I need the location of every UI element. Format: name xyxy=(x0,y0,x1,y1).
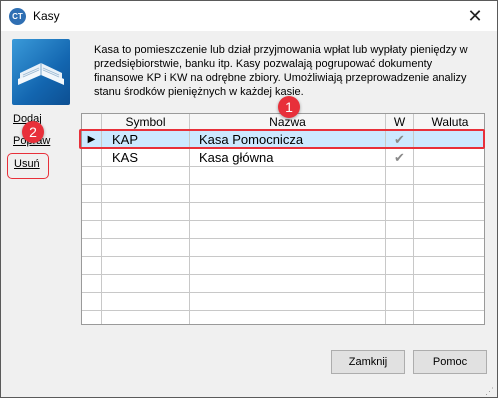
help-button[interactable]: Pomoc xyxy=(413,350,487,374)
empty-table-row xyxy=(82,203,484,221)
empty-cell xyxy=(414,257,484,274)
empty-cell xyxy=(82,203,102,220)
empty-cell xyxy=(82,185,102,202)
empty-cell xyxy=(190,257,386,274)
empty-cell xyxy=(82,257,102,274)
close-button[interactable]: Zamknij xyxy=(331,350,405,374)
resize-grip-icon[interactable]: ⋰ xyxy=(485,385,497,397)
empty-cell xyxy=(102,239,190,256)
empty-cell xyxy=(102,257,190,274)
empty-cell xyxy=(386,221,414,238)
empty-table-row xyxy=(82,167,484,185)
highlight-box-delete-link xyxy=(7,153,49,179)
empty-cell xyxy=(386,311,414,324)
app-logo-icon: CT xyxy=(9,8,26,25)
empty-cell xyxy=(386,257,414,274)
empty-table-row xyxy=(82,275,484,293)
empty-cell xyxy=(82,275,102,292)
empty-cell xyxy=(190,167,386,184)
table-body: ▶ KAP Kasa Pomocnicza ✔ KAS Kasa główna … xyxy=(82,131,484,324)
empty-table-row xyxy=(82,293,484,311)
checkmark-icon: ✔ xyxy=(386,149,414,166)
empty-cell xyxy=(102,203,190,220)
annotation-badge-2: 2 xyxy=(22,121,44,143)
empty-rows xyxy=(82,167,484,324)
empty-cell xyxy=(102,185,190,202)
empty-cell xyxy=(190,293,386,310)
cell-symbol: KAS xyxy=(102,149,190,166)
empty-cell xyxy=(102,311,190,324)
empty-cell xyxy=(414,167,484,184)
empty-cell xyxy=(190,221,386,238)
empty-cell xyxy=(82,311,102,324)
empty-table-row xyxy=(82,239,484,257)
empty-table-row xyxy=(82,257,484,275)
empty-cell xyxy=(386,239,414,256)
empty-cell xyxy=(102,221,190,238)
empty-cell xyxy=(414,311,484,324)
empty-table-row xyxy=(82,185,484,203)
empty-cell xyxy=(102,275,190,292)
empty-cell xyxy=(386,185,414,202)
empty-cell xyxy=(102,293,190,310)
empty-table-row xyxy=(82,221,484,239)
empty-cell xyxy=(82,293,102,310)
title-bar: CT Kasy ✕ xyxy=(1,1,497,31)
cell-currency xyxy=(414,149,484,166)
window-title: Kasy xyxy=(33,9,60,23)
empty-cell xyxy=(414,275,484,292)
row-indicator xyxy=(82,149,102,166)
description-text: Kasa to pomieszczenie lub dział przyjmow… xyxy=(94,44,468,98)
empty-cell xyxy=(414,293,484,310)
empty-cell xyxy=(414,203,484,220)
empty-cell xyxy=(414,239,484,256)
empty-cell xyxy=(190,203,386,220)
empty-cell xyxy=(386,275,414,292)
empty-cell xyxy=(386,293,414,310)
empty-cell xyxy=(386,203,414,220)
kasy-window: CT Kasy ✕ Kasa to pomieszczenie lub dzia… xyxy=(0,0,498,398)
cell-name: Kasa główna xyxy=(190,149,386,166)
cash-register-book-icon xyxy=(12,39,70,105)
empty-cell xyxy=(82,239,102,256)
empty-cell xyxy=(414,221,484,238)
empty-cell xyxy=(386,167,414,184)
empty-cell xyxy=(82,221,102,238)
empty-cell xyxy=(82,167,102,184)
empty-cell xyxy=(190,311,386,324)
highlight-box-selected-row xyxy=(79,129,485,149)
table-row[interactable]: KAS Kasa główna ✔ xyxy=(82,149,484,167)
empty-cell xyxy=(102,167,190,184)
empty-table-row xyxy=(82,311,484,324)
empty-cell xyxy=(414,185,484,202)
empty-cell xyxy=(190,239,386,256)
close-window-button[interactable]: ✕ xyxy=(453,1,497,31)
empty-cell xyxy=(190,275,386,292)
annotation-badge-1: 1 xyxy=(278,96,300,118)
empty-cell xyxy=(190,185,386,202)
